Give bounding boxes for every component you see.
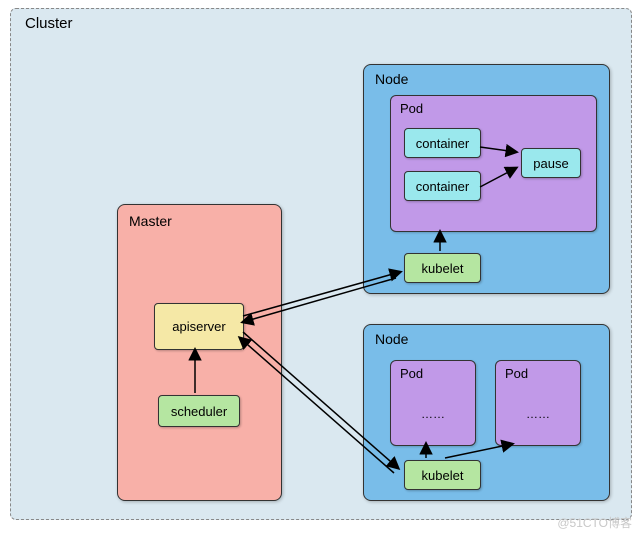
node2-pod1-dots: ……	[391, 407, 475, 421]
apiserver-box: apiserver	[154, 303, 244, 350]
container2-box: container	[404, 171, 481, 201]
scheduler-box: scheduler	[158, 395, 240, 427]
node1-pod-box: Pod container container pause	[390, 95, 597, 232]
master-label: Master	[129, 213, 172, 229]
node2-box: Node Pod …… Pod …… kubelet	[363, 324, 610, 501]
node2-pod1-box: Pod ……	[390, 360, 476, 446]
master-box: Master apiserver scheduler	[117, 204, 282, 501]
cluster-box: Cluster Master apiserver scheduler Node …	[10, 8, 632, 520]
node1-pod-label: Pod	[400, 101, 423, 116]
canvas: Cluster Master apiserver scheduler Node …	[0, 0, 640, 535]
pause-box: pause	[521, 148, 581, 178]
node2-pod2-box: Pod ……	[495, 360, 581, 446]
cluster-label: Cluster	[25, 15, 73, 32]
node1-label: Node	[375, 71, 408, 87]
node2-pod2-label: Pod	[505, 366, 528, 381]
node2-pod1-label: Pod	[400, 366, 423, 381]
kubelet2-box: kubelet	[404, 460, 481, 490]
node2-label: Node	[375, 331, 408, 347]
node2-pod2-dots: ……	[496, 407, 580, 421]
watermark: @51CTO博客	[557, 514, 632, 531]
kubelet1-box: kubelet	[404, 253, 481, 283]
node1-box: Node Pod container container pause kubel…	[363, 64, 610, 294]
container1-box: container	[404, 128, 481, 158]
